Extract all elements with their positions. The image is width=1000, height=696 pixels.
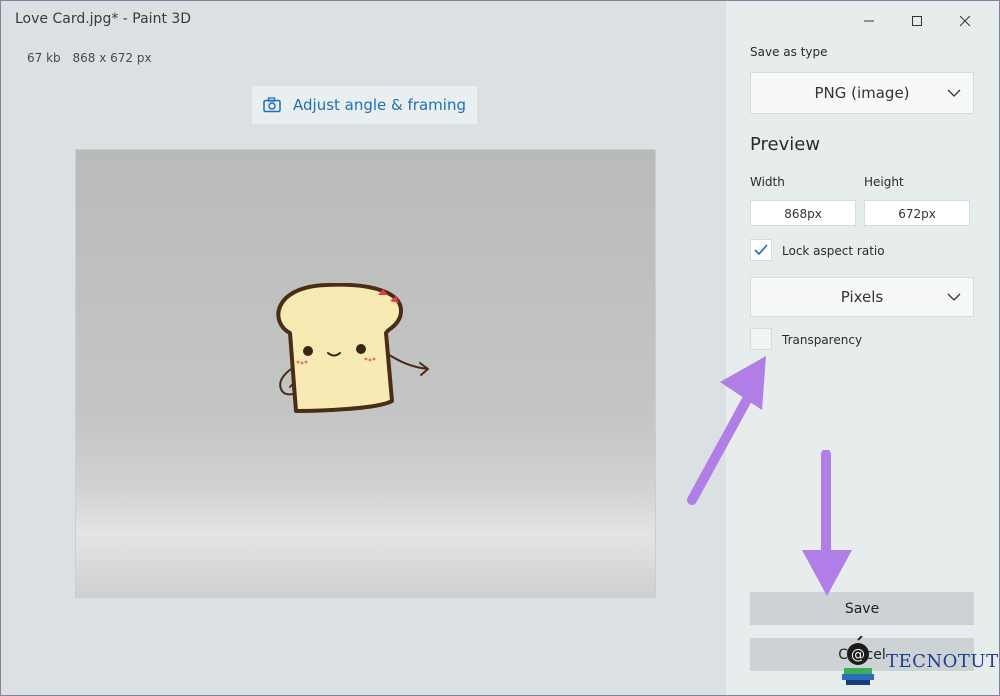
minimize-button[interactable]: [845, 9, 893, 33]
file-type-value: PNG (image): [814, 84, 910, 102]
toast-character-image: [276, 283, 429, 413]
width-input[interactable]: 868px: [750, 200, 856, 226]
maximize-button[interactable]: [893, 9, 941, 33]
height-input[interactable]: 672px: [864, 200, 970, 226]
lock-aspect-label: Lock aspect ratio: [782, 244, 885, 258]
save-label: Save: [844, 600, 880, 617]
units-value: Pixels: [840, 288, 884, 306]
tecnotuto-logo-icon: @: [842, 636, 874, 685]
file-type-dropdown[interactable]: PNG (image): [750, 72, 974, 114]
height-label: Height: [864, 175, 904, 189]
window-controls: [845, 9, 989, 33]
save-as-type-label: Save as type: [750, 45, 828, 59]
annotation-arrow-save: [802, 450, 852, 596]
transparency-checkbox[interactable]: [750, 328, 772, 350]
export-settings-panel: Save as type PNG (image) Preview Width H…: [726, 1, 999, 695]
preview-heading: Preview: [750, 134, 821, 155]
checkmark-icon: [754, 244, 768, 256]
image-preview-canvas: [75, 149, 656, 598]
adjust-angle-framing-button[interactable]: Adjust angle & framing: [252, 86, 477, 124]
chevron-down-icon: [947, 293, 961, 301]
file-info: 67 kb 868 x 672 px: [27, 51, 160, 65]
maximize-icon: [912, 16, 922, 26]
chevron-down-icon: [947, 89, 961, 97]
preview-pane: Love Card.jpg* - Paint 3D 67 kb 868 x 67…: [1, 1, 726, 695]
annotation-arrow-transparency: [687, 356, 766, 505]
close-button[interactable]: [941, 9, 989, 33]
file-dimensions: 868 x 672 px: [72, 51, 152, 65]
adjust-angle-framing-label: Adjust angle & framing: [293, 96, 466, 114]
window-title: Love Card.jpg* - Paint 3D: [15, 11, 192, 27]
watermark-text: TECNOTUTO: [886, 650, 1000, 672]
close-icon: [959, 15, 971, 27]
tecnotuto-watermark: @ TECNOTUTO: [838, 636, 1000, 686]
width-label: Width: [750, 175, 785, 189]
units-dropdown[interactable]: Pixels: [750, 277, 974, 317]
file-size: 67 kb: [27, 51, 61, 65]
minimize-icon: [864, 20, 874, 22]
save-button[interactable]: Save: [750, 592, 974, 625]
svg-text:@: @: [851, 647, 865, 663]
transparency-label: Transparency: [782, 333, 863, 347]
camera-icon: [263, 97, 281, 113]
lock-aspect-checkbox[interactable]: [750, 239, 772, 261]
